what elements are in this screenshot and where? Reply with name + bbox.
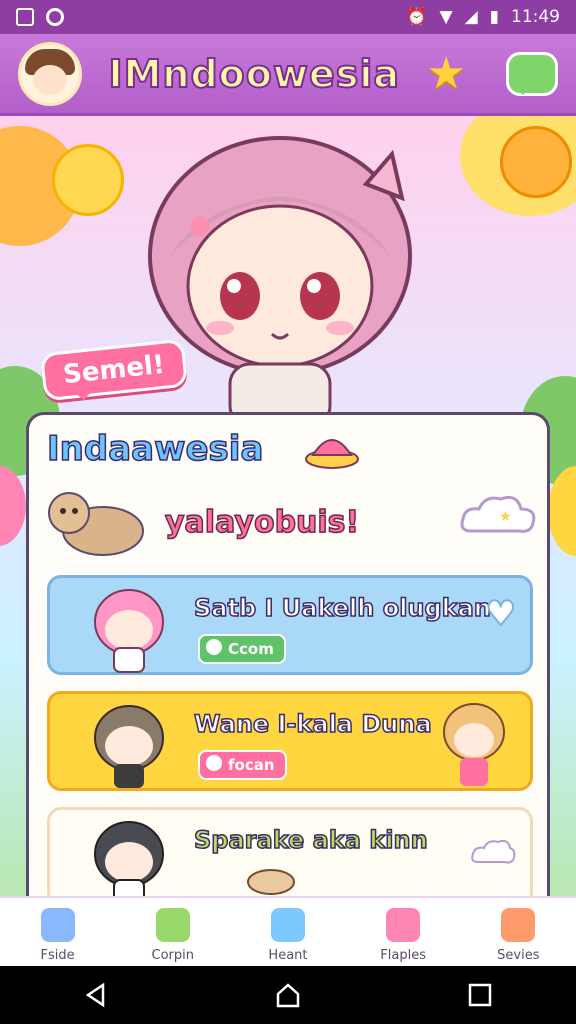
chibi-blonde-cat-girl-avatar	[443, 703, 505, 786]
chibi-pink-cat-girl-avatar	[94, 589, 164, 673]
record-notification-icon	[46, 8, 64, 26]
food-dish-icon	[305, 439, 359, 469]
list-item-tag[interactable]: Ccom	[198, 634, 286, 664]
house-icon	[40, 908, 75, 942]
list-item[interactable]: Wane I-kala Duna focan	[47, 691, 533, 791]
notes-icon	[155, 908, 190, 942]
battery-icon: ▮	[489, 7, 499, 27]
chibi-brown-hair-girl-avatar	[94, 705, 164, 788]
list-item-tag[interactable]: focan	[198, 750, 287, 780]
alarm-icon: ⏰	[406, 7, 428, 27]
status-time: 11:49	[511, 7, 560, 27]
status-bar: ⏰ ▼ ◢ ▮ 11:49	[0, 0, 576, 34]
app-title: IMndoowesia	[107, 51, 401, 97]
back-icon[interactable]	[83, 982, 109, 1008]
content-card: Indaawesia yalayobuis! ★ Satb I Uakelh o…	[26, 412, 550, 902]
tab-corpin[interactable]: Corpin	[123, 898, 223, 963]
tools-icon	[501, 908, 536, 942]
gallery-notification-icon	[16, 8, 34, 26]
system-nav-bar	[0, 966, 576, 1024]
list-item[interactable]: Satb I Uakelh olugkan Ccom ♥	[47, 575, 533, 675]
tab-heant[interactable]: Heant	[238, 898, 338, 963]
star-badge-icon	[206, 755, 222, 771]
bread-icon	[247, 869, 295, 895]
tab-flaples[interactable]: Flaples	[353, 898, 453, 963]
greeting-text: yalayobuis!	[164, 504, 360, 541]
list-item-title: Wane I-kala Duna	[193, 709, 432, 739]
tab-sevies[interactable]: Sevies	[468, 898, 568, 963]
recents-icon[interactable]	[467, 982, 493, 1008]
cloud-icon	[471, 839, 516, 864]
list-item-title: Satb I Uakelh olugkan	[193, 593, 491, 623]
cloud-star-icon: ★	[460, 495, 536, 533]
smiley-sun-icon	[52, 144, 124, 216]
star-icon[interactable]: ★	[427, 51, 466, 96]
bottom-tab-bar: Fside Corpin Heant Flaples Sevies	[0, 896, 576, 968]
photos-icon	[386, 908, 421, 942]
list-item-title: Sparake aka kinn	[193, 825, 428, 855]
chibi-dark-hair-cat-girl-avatar	[94, 821, 164, 899]
tree-decoration	[0, 466, 26, 546]
chat-icon[interactable]	[505, 51, 558, 96]
profile-avatar[interactable]	[18, 41, 82, 106]
puzzle-icon	[270, 908, 305, 942]
heart-icon[interactable]: ♥	[484, 593, 517, 635]
list-item[interactable]: Sparake aka kinn	[47, 807, 533, 899]
app-header: IMndoowesia ★	[0, 34, 576, 116]
smiley-sun-icon	[500, 126, 572, 198]
signal-icon: ◢	[464, 7, 478, 27]
card-title: Indaawesia	[46, 428, 264, 470]
wifi-icon: ▼	[439, 7, 453, 27]
svg-text:★: ★	[499, 509, 512, 525]
dog-illustration	[48, 492, 144, 556]
chat-bubble-icon	[206, 639, 222, 655]
tab-home[interactable]: Fside	[8, 898, 108, 963]
home-icon[interactable]	[275, 982, 301, 1008]
